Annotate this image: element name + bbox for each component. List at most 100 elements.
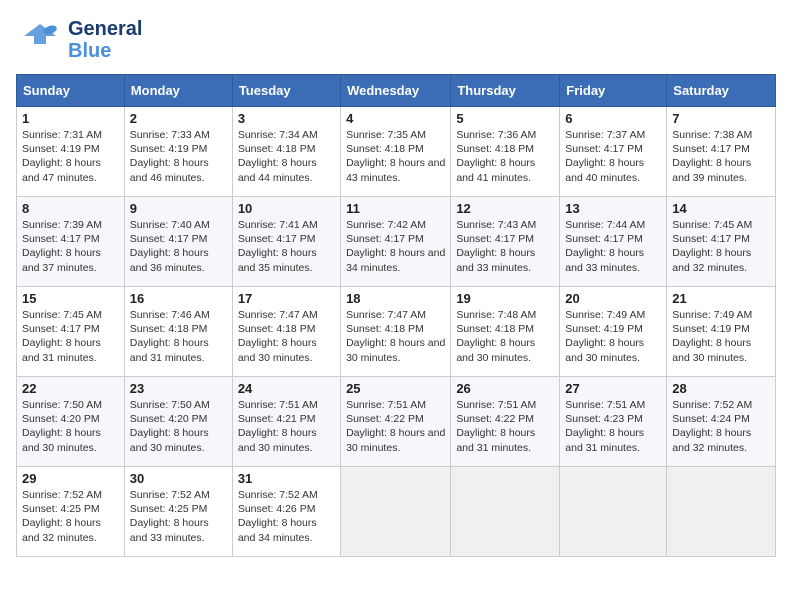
cell-daylight: Daylight: 8 hours and 34 minutes. xyxy=(346,247,445,273)
calendar-cell: 5 Sunrise: 7:36 AM Sunset: 4:18 PM Dayli… xyxy=(451,107,560,197)
calendar-cell: 31 Sunrise: 7:52 AM Sunset: 4:26 PM Dayl… xyxy=(232,467,340,557)
calendar-cell: 21 Sunrise: 7:49 AM Sunset: 4:19 PM Dayl… xyxy=(667,287,776,377)
cell-sunrise: Sunrise: 7:38 AM xyxy=(672,129,752,141)
day-number: 19 xyxy=(456,291,554,306)
cell-sunset: Sunset: 4:25 PM xyxy=(130,503,208,515)
day-number: 1 xyxy=(22,111,119,126)
day-number: 13 xyxy=(565,201,661,216)
cell-sunset: Sunset: 4:18 PM xyxy=(238,323,316,335)
calendar-week-4: 22 Sunrise: 7:50 AM Sunset: 4:20 PM Dayl… xyxy=(17,377,776,467)
cell-sunrise: Sunrise: 7:43 AM xyxy=(456,219,536,231)
day-number: 16 xyxy=(130,291,227,306)
cell-sunset: Sunset: 4:17 PM xyxy=(238,233,316,245)
calendar-cell: 22 Sunrise: 7:50 AM Sunset: 4:20 PM Dayl… xyxy=(17,377,125,467)
cell-sunset: Sunset: 4:18 PM xyxy=(238,143,316,155)
cell-daylight: Daylight: 8 hours and 40 minutes. xyxy=(565,157,644,183)
cell-sunset: Sunset: 4:17 PM xyxy=(565,233,643,245)
cell-sunset: Sunset: 4:18 PM xyxy=(346,143,424,155)
cell-sunrise: Sunrise: 7:41 AM xyxy=(238,219,318,231)
day-number: 29 xyxy=(22,471,119,486)
day-number: 5 xyxy=(456,111,554,126)
cell-sunrise: Sunrise: 7:47 AM xyxy=(346,309,426,321)
cell-sunrise: Sunrise: 7:45 AM xyxy=(22,309,102,321)
day-number: 31 xyxy=(238,471,335,486)
calendar-header-row: SundayMondayTuesdayWednesdayThursdayFrid… xyxy=(17,75,776,107)
cell-daylight: Daylight: 8 hours and 41 minutes. xyxy=(456,157,535,183)
column-header-saturday: Saturday xyxy=(667,75,776,107)
cell-daylight: Daylight: 8 hours and 30 minutes. xyxy=(346,337,445,363)
cell-sunrise: Sunrise: 7:46 AM xyxy=(130,309,210,321)
calendar-cell: 11 Sunrise: 7:42 AM Sunset: 4:17 PM Dayl… xyxy=(341,197,451,287)
calendar-cell: 20 Sunrise: 7:49 AM Sunset: 4:19 PM Dayl… xyxy=(560,287,667,377)
calendar-cell: 4 Sunrise: 7:35 AM Sunset: 4:18 PM Dayli… xyxy=(341,107,451,197)
day-number: 10 xyxy=(238,201,335,216)
cell-sunrise: Sunrise: 7:48 AM xyxy=(456,309,536,321)
cell-sunset: Sunset: 4:21 PM xyxy=(238,413,316,425)
cell-sunrise: Sunrise: 7:37 AM xyxy=(565,129,645,141)
column-header-tuesday: Tuesday xyxy=(232,75,340,107)
cell-daylight: Daylight: 8 hours and 47 minutes. xyxy=(22,157,101,183)
calendar-cell xyxy=(341,467,451,557)
cell-sunset: Sunset: 4:19 PM xyxy=(22,143,100,155)
cell-sunrise: Sunrise: 7:44 AM xyxy=(565,219,645,231)
cell-daylight: Daylight: 8 hours and 32 minutes. xyxy=(672,247,751,273)
calendar-cell: 1 Sunrise: 7:31 AM Sunset: 4:19 PM Dayli… xyxy=(17,107,125,197)
calendar-week-2: 8 Sunrise: 7:39 AM Sunset: 4:17 PM Dayli… xyxy=(17,197,776,287)
cell-sunset: Sunset: 4:18 PM xyxy=(456,323,534,335)
cell-sunrise: Sunrise: 7:50 AM xyxy=(22,399,102,411)
calendar-cell: 24 Sunrise: 7:51 AM Sunset: 4:21 PM Dayl… xyxy=(232,377,340,467)
day-number: 27 xyxy=(565,381,661,396)
day-number: 8 xyxy=(22,201,119,216)
cell-sunrise: Sunrise: 7:49 AM xyxy=(565,309,645,321)
cell-daylight: Daylight: 8 hours and 33 minutes. xyxy=(456,247,535,273)
calendar-cell xyxy=(667,467,776,557)
logo: General Blue xyxy=(16,16,142,64)
cell-sunrise: Sunrise: 7:42 AM xyxy=(346,219,426,231)
day-number: 11 xyxy=(346,201,445,216)
cell-sunset: Sunset: 4:19 PM xyxy=(672,323,750,335)
day-number: 21 xyxy=(672,291,770,306)
logo-text: General Blue xyxy=(68,18,142,62)
column-header-friday: Friday xyxy=(560,75,667,107)
cell-sunset: Sunset: 4:20 PM xyxy=(130,413,208,425)
day-number: 23 xyxy=(130,381,227,396)
calendar-cell: 29 Sunrise: 7:52 AM Sunset: 4:25 PM Dayl… xyxy=(17,467,125,557)
logo-icon xyxy=(16,16,64,64)
cell-daylight: Daylight: 8 hours and 44 minutes. xyxy=(238,157,317,183)
cell-daylight: Daylight: 8 hours and 33 minutes. xyxy=(130,517,209,543)
day-number: 15 xyxy=(22,291,119,306)
calendar-cell: 23 Sunrise: 7:50 AM Sunset: 4:20 PM Dayl… xyxy=(124,377,232,467)
cell-sunset: Sunset: 4:17 PM xyxy=(346,233,424,245)
day-number: 9 xyxy=(130,201,227,216)
calendar-cell: 14 Sunrise: 7:45 AM Sunset: 4:17 PM Dayl… xyxy=(667,197,776,287)
page-header: General Blue xyxy=(16,16,776,64)
day-number: 28 xyxy=(672,381,770,396)
calendar-week-1: 1 Sunrise: 7:31 AM Sunset: 4:19 PM Dayli… xyxy=(17,107,776,197)
day-number: 7 xyxy=(672,111,770,126)
cell-sunset: Sunset: 4:17 PM xyxy=(456,233,534,245)
calendar-cell: 13 Sunrise: 7:44 AM Sunset: 4:17 PM Dayl… xyxy=(560,197,667,287)
cell-sunset: Sunset: 4:25 PM xyxy=(22,503,100,515)
cell-daylight: Daylight: 8 hours and 39 minutes. xyxy=(672,157,751,183)
cell-daylight: Daylight: 8 hours and 31 minutes. xyxy=(565,427,644,453)
cell-daylight: Daylight: 8 hours and 30 minutes. xyxy=(565,337,644,363)
cell-sunset: Sunset: 4:23 PM xyxy=(565,413,643,425)
cell-sunrise: Sunrise: 7:50 AM xyxy=(130,399,210,411)
cell-sunrise: Sunrise: 7:40 AM xyxy=(130,219,210,231)
cell-sunrise: Sunrise: 7:52 AM xyxy=(238,489,318,501)
cell-sunrise: Sunrise: 7:52 AM xyxy=(22,489,102,501)
cell-sunrise: Sunrise: 7:35 AM xyxy=(346,129,426,141)
calendar-cell: 18 Sunrise: 7:47 AM Sunset: 4:18 PM Dayl… xyxy=(341,287,451,377)
column-header-sunday: Sunday xyxy=(17,75,125,107)
cell-sunset: Sunset: 4:17 PM xyxy=(565,143,643,155)
cell-daylight: Daylight: 8 hours and 30 minutes. xyxy=(238,427,317,453)
day-number: 3 xyxy=(238,111,335,126)
cell-sunset: Sunset: 4:26 PM xyxy=(238,503,316,515)
cell-sunset: Sunset: 4:17 PM xyxy=(22,233,100,245)
calendar-cell: 8 Sunrise: 7:39 AM Sunset: 4:17 PM Dayli… xyxy=(17,197,125,287)
cell-sunset: Sunset: 4:17 PM xyxy=(130,233,208,245)
calendar-cell: 26 Sunrise: 7:51 AM Sunset: 4:22 PM Dayl… xyxy=(451,377,560,467)
cell-sunset: Sunset: 4:17 PM xyxy=(672,143,750,155)
calendar-cell xyxy=(560,467,667,557)
cell-daylight: Daylight: 8 hours and 30 minutes. xyxy=(672,337,751,363)
